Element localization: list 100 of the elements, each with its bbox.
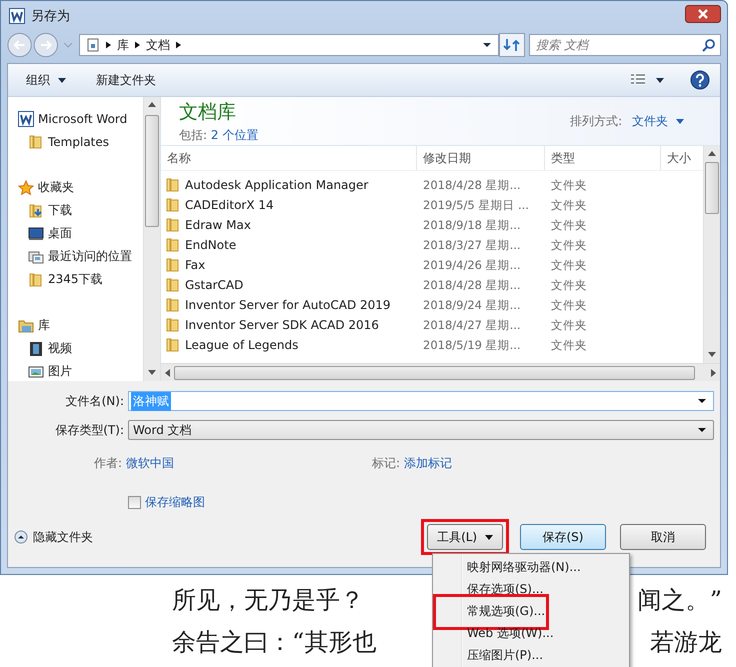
file-name-cell[interactable]: Fax <box>161 257 417 273</box>
chevron-icon[interactable] <box>176 41 181 49</box>
menu-item[interactable]: 映射网络驱动器(N)... <box>467 558 581 576</box>
nav-item[interactable]: 视频 <box>8 337 143 360</box>
new-folder-button[interactable]: 新建文件夹 <box>96 72 156 88</box>
scroll-thumb[interactable] <box>145 115 159 227</box>
caret-icon[interactable] <box>58 78 66 83</box>
download-folder-icon <box>28 202 44 218</box>
file-name-cell[interactable]: EndNote <box>161 237 417 253</box>
document-text: 余告之曰：“其形也 <box>172 627 376 658</box>
cancel-button[interactable]: 取消 <box>620 524 706 550</box>
sort-dropdown[interactable]: 文件夹 <box>632 112 684 130</box>
recent-places-icon <box>28 248 44 264</box>
folder-icon <box>165 257 181 273</box>
organize-menu[interactable]: 组织 <box>26 72 66 88</box>
type-cell-text: 文件夹 <box>550 318 588 332</box>
folder-icon <box>165 317 181 333</box>
library-title: 文档库 <box>179 100 237 124</box>
type-cell-text: 文件夹 <box>550 238 588 252</box>
nav-item[interactable]: 库 <box>8 314 143 337</box>
date-cell-text: 2018/9/24 星期... <box>422 298 522 312</box>
file-name-cell[interactable]: Inventor Server SDK ACAD 2016 <box>161 317 417 333</box>
folder-icon <box>165 197 181 213</box>
menu-item[interactable]: 常规选项(G)... <box>467 602 546 620</box>
dropdown-arrow-icon[interactable] <box>697 425 707 435</box>
type-cell-text: 文件夹 <box>550 218 588 232</box>
thumbnail-label[interactable]: 保存缩略图 <box>145 494 205 511</box>
file-name-cell[interactable]: CADEditorX 14 <box>161 197 417 213</box>
date-cell-text: 2019/4/26 星期... <box>422 258 522 272</box>
word-icon <box>18 110 34 126</box>
document-text: 若游龙 <box>650 627 722 658</box>
scroll-thumb[interactable] <box>174 366 695 380</box>
address-bar[interactable]: 库 文档 <box>79 34 499 56</box>
nav-item[interactable]: 最近访问的位置 <box>8 245 143 268</box>
nav-item[interactable]: 图片 <box>8 360 143 381</box>
caret-icon[interactable] <box>484 534 493 540</box>
menu-item[interactable]: 压缩图片(P)... <box>467 646 544 664</box>
date-cell-text: 2018/4/28 星期... <box>422 178 522 192</box>
nav-item[interactable]: 桌面 <box>8 222 143 245</box>
scroll-thumb[interactable] <box>705 162 719 214</box>
dropdown-arrow-icon[interactable] <box>482 40 492 50</box>
file-name-cell[interactable]: Edraw Max <box>161 217 417 233</box>
scroll-right-icon[interactable] <box>711 368 716 376</box>
help-icon[interactable] <box>690 70 710 90</box>
scrollbar[interactable] <box>703 146 720 363</box>
includes-label: 包括: <box>179 128 208 142</box>
tags-value[interactable]: 添加标记 <box>404 455 452 472</box>
breadcrumb[interactable]: 库 <box>117 36 129 54</box>
date-cell-text: 2018/5/19 星期... <box>422 338 522 352</box>
search-icon[interactable] <box>702 38 716 52</box>
save-button[interactable]: 保存(S) <box>520 524 606 550</box>
locations-link[interactable]: 2 个位置 <box>210 128 258 142</box>
folder-icon <box>165 217 181 233</box>
search-field[interactable]: 搜索 文档 <box>529 34 721 56</box>
collapse-icon[interactable] <box>14 530 28 544</box>
tools-button[interactable]: 工具(L) <box>427 524 503 550</box>
dropdown-arrow-icon[interactable] <box>697 396 707 406</box>
film-icon <box>28 340 44 356</box>
breadcrumb[interactable]: 文档 <box>146 36 170 54</box>
nav-item[interactable]: Microsoft Word <box>8 107 143 130</box>
type-cell-text: 文件夹 <box>550 178 588 192</box>
back-forward-icon[interactable] <box>7 32 75 58</box>
scroll-up-icon[interactable] <box>708 151 716 156</box>
file-type-dropdown[interactable]: Word 文档 <box>128 420 714 440</box>
date-cell-text: 2018/4/27 星期... <box>422 318 522 332</box>
scroll-down-icon[interactable] <box>708 352 716 357</box>
chevron-icon[interactable] <box>135 41 140 49</box>
folder-icon <box>28 134 44 150</box>
file-name-cell[interactable]: Autodesk Application Manager <box>161 177 417 193</box>
author-value[interactable]: 微软中国 <box>126 455 372 472</box>
file-name-cell[interactable]: Inventor Server for AutoCAD 2019 <box>161 297 417 313</box>
nav-item[interactable]: 收藏夹 <box>8 176 143 199</box>
folder-icon <box>165 337 181 353</box>
menu-item[interactable]: Web 选项(W)... <box>467 624 554 642</box>
scroll-left-icon[interactable] <box>165 368 170 376</box>
column-header[interactable]: 类型 <box>545 146 661 170</box>
date-cell-text: 2018/3/27 星期... <box>422 238 522 252</box>
scrollbar[interactable] <box>161 363 720 381</box>
scroll-up-icon[interactable] <box>148 102 156 107</box>
chevron-icon[interactable] <box>106 41 111 49</box>
folder-icon <box>165 277 181 293</box>
scroll-down-icon[interactable] <box>148 370 156 375</box>
hide-folders-button[interactable]: 隐藏文件夹 <box>14 528 93 546</box>
nav-item[interactable]: 下载 <box>8 199 143 222</box>
tags-label: 标记: <box>372 455 400 472</box>
nav-item[interactable]: 2345下载 <box>8 268 143 291</box>
desktop-icon <box>28 226 44 242</box>
close-button[interactable] <box>685 5 721 23</box>
document-text: 所见，无乃是乎？ <box>172 585 364 616</box>
file-name-cell[interactable]: GstarCAD <box>161 277 417 293</box>
file-name-cell[interactable]: League of Legends <box>161 337 417 353</box>
checkbox[interactable] <box>128 496 141 509</box>
date-cell-text: 2018/4/28 星期... <box>422 278 522 292</box>
word-icon <box>9 8 25 24</box>
column-header[interactable]: 大小 <box>661 146 703 170</box>
column-header[interactable]: 名称 <box>161 146 417 170</box>
refresh-button[interactable] <box>499 33 525 57</box>
nav-item[interactable]: Templates <box>8 130 143 153</box>
column-header[interactable]: 修改日期 <box>417 146 545 170</box>
scrollbar[interactable] <box>143 97 160 381</box>
